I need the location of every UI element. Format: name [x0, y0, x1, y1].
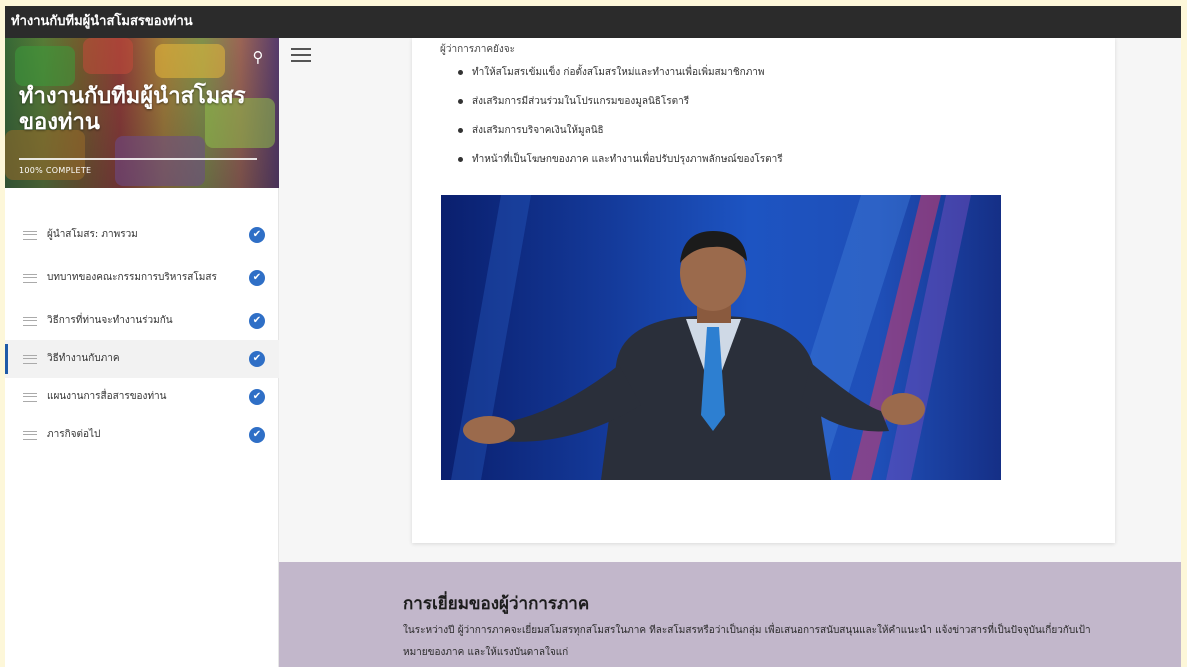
sidebar: ทำงานกับทีมผู้นำสโมสรของท่าน ⚲ 100% COMP… — [5, 38, 279, 667]
checkmark-circle-icon: ✔ — [249, 427, 265, 443]
lesson-list-icon — [23, 392, 37, 402]
section-title: การเยี่ยมของผู้ว่าการภาค — [403, 594, 590, 614]
sidebar-item-label: ภารกิจต่อไป — [47, 429, 101, 440]
checkmark-circle-icon: ✔ — [249, 389, 265, 405]
progress-label: 100% COMPLETE — [19, 166, 92, 175]
lesson-nav: ผู้นำสโมสร: ภาพรวม ✔ บทบาทของคณะกรรมการบ… — [5, 216, 279, 454]
course-title: ทำงานกับทีมผู้นำสโมสรของท่าน — [19, 84, 246, 135]
section-text: ในระหว่างปี ผู้ว่าการภาคจะเยี่ยมสโมสรทุก… — [403, 625, 1091, 658]
list-item: ทำให้สโมสรเข้มแข็ง ก่อตั้งสโมสรใหม่และทำ… — [458, 66, 1078, 95]
course-banner: ทำงานกับทีมผู้นำสโมสรของท่าน ⚲ 100% COMP… — [5, 38, 279, 188]
window-title: ทำงานกับทีมผู้นำสโมสรของท่าน — [5, 6, 1181, 38]
lesson-list-icon — [23, 273, 37, 283]
checkmark-circle-icon: ✔ — [249, 227, 265, 243]
sidebar-item-district[interactable]: วิธีทำงานกับภาค ✔ — [5, 340, 279, 378]
lead-text: ผู้ว่าการภาคยังจะ — [440, 44, 515, 55]
bullet-list: ทำให้สโมสรเข้มแข็ง ก่อตั้งสโมสรใหม่และทำ… — [458, 66, 1078, 182]
speaker-photo — [441, 195, 1001, 480]
hamburger-menu-icon[interactable] — [291, 48, 311, 62]
lesson-list-icon — [23, 316, 37, 326]
district-visit-section: การเยี่ยมของผู้ว่าการภาค ในระหว่างปี ผู้… — [279, 562, 1181, 667]
sidebar-item-next-steps[interactable]: ภารกิจต่อไป ✔ — [5, 416, 279, 454]
checkmark-circle-icon: ✔ — [249, 270, 265, 286]
sidebar-item-label: วิธีทำงานกับภาค — [47, 353, 120, 364]
lesson-list-icon — [23, 430, 37, 440]
sidebar-item-board-roles[interactable]: บทบาทของคณะกรรมการบริหารสโมสร ✔ — [5, 254, 279, 302]
search-icon[interactable]: ⚲ — [249, 48, 267, 66]
lesson-list-icon — [23, 354, 37, 364]
list-item: ส่งเสริมการมีส่วนร่วมในโปรแกรมของมูลนิธิ… — [458, 95, 1078, 124]
progress-bar — [19, 158, 257, 160]
speaker-illustration — [451, 195, 971, 480]
list-item: ทำหน้าที่เป็นโฆษกของภาค และทำงานเพื่อปรั… — [458, 153, 1078, 182]
sidebar-item-communication-plan[interactable]: แผนงานการสื่อสารของท่าน ✔ — [5, 378, 279, 416]
sidebar-item-label: แผนงานการสื่อสารของท่าน — [47, 391, 167, 402]
app-frame: ทำงานกับทีมผู้นำสโมสรของท่าน ทำงานกับทีม… — [5, 6, 1181, 667]
list-item: ส่งเสริมการบริจาคเงินให้มูลนิธิ — [458, 124, 1078, 153]
sidebar-item-label: วิธีการที่ท่านจะทำงานร่วมกัน — [47, 315, 173, 326]
checkmark-circle-icon: ✔ — [249, 313, 265, 329]
sidebar-item-label: บทบาทของคณะกรรมการบริหารสโมสร — [47, 272, 217, 283]
lesson-list-icon — [23, 230, 37, 240]
lesson-content: ผู้ว่าการภาคยังจะ ทำให้สโมสรเข้มแข็ง ก่อ… — [279, 38, 1181, 667]
sidebar-item-working-together[interactable]: วิธีการที่ท่านจะทำงานร่วมกัน ✔ — [5, 302, 279, 340]
sidebar-item-overview[interactable]: ผู้นำสโมสร: ภาพรวม ✔ — [5, 216, 279, 254]
sidebar-item-label: ผู้นำสโมสร: ภาพรวม — [47, 229, 138, 240]
checkmark-circle-icon: ✔ — [249, 351, 265, 367]
content-card: ผู้ว่าการภาคยังจะ ทำให้สโมสรเข้มแข็ง ก่อ… — [412, 38, 1115, 543]
